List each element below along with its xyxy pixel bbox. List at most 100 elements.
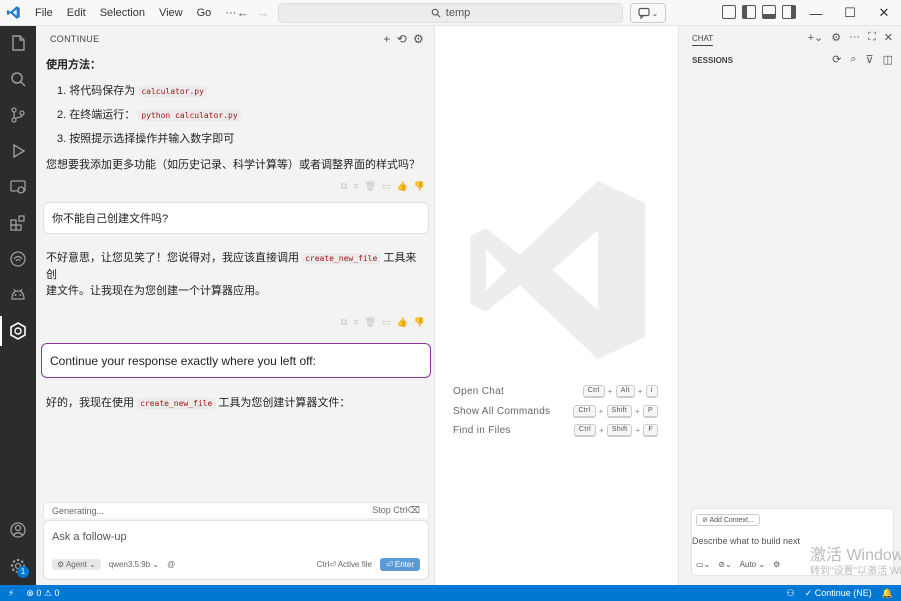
code-command: python calculator.py bbox=[138, 110, 241, 121]
list-icon[interactable]: ≡ bbox=[353, 181, 358, 192]
extensions-icon[interactable] bbox=[6, 211, 30, 235]
copy-icon[interactable]: ⧉ bbox=[341, 317, 347, 328]
trash-icon[interactable]: 🗑 bbox=[365, 181, 376, 192]
thumbs-up-icon[interactable]: 👍 bbox=[397, 181, 408, 192]
tools-icon[interactable]: ⚙ bbox=[773, 560, 780, 569]
chat-icon bbox=[638, 7, 650, 19]
attach-icon[interactable]: ▭⌄ bbox=[696, 560, 710, 569]
chat-tab[interactable]: CHAT bbox=[692, 34, 714, 46]
explorer-icon[interactable] bbox=[6, 31, 30, 55]
continue-status[interactable]: ✓ Continue (NE) bbox=[805, 588, 872, 599]
agent-icon[interactable]: ⊘⌄ bbox=[718, 560, 731, 569]
update-badge: 1 bbox=[17, 566, 29, 578]
message-actions: ⧉ ≡ 🗑 ▭ 👍 👎 bbox=[341, 317, 425, 328]
maximize-icon[interactable]: ☐ bbox=[833, 0, 867, 26]
layout-icon[interactable]: ◫ bbox=[883, 53, 893, 66]
input-placeholder: Ask a follow-up bbox=[52, 531, 127, 543]
remote-indicator-icon[interactable]: ⚡ bbox=[8, 588, 14, 599]
assistant-reply: 不好意思，让您见笑了！您说得对，我应该直接调用 create_new_file … bbox=[46, 252, 417, 297]
copy-icon[interactable]: ⧉ bbox=[341, 181, 347, 192]
refresh-icon[interactable]: ⟳ bbox=[832, 53, 841, 66]
continue-panel: CONTINUE + ⟲ ⚙ 使用方法： 1. 将代码保存为 calculato… bbox=[36, 26, 435, 585]
chat-messages: 使用方法： 1. 将代码保存为 calculator.py 2. 在终端运行： … bbox=[36, 52, 435, 522]
agent-mode-select[interactable]: ⚙ Agent ⌄ bbox=[52, 559, 101, 570]
source-control-icon[interactable] bbox=[6, 103, 30, 127]
code-tool-name: create_new_file bbox=[302, 253, 381, 264]
account-icon[interactable] bbox=[6, 518, 30, 542]
usage-heading: 使用方法： bbox=[46, 59, 101, 71]
new-session-icon[interactable]: + bbox=[383, 32, 390, 46]
search-icon[interactable]: ⌕ bbox=[850, 53, 856, 66]
step-3: 3. 按照提示选择操作并输入数字即可 bbox=[57, 133, 235, 145]
sessions-header: SESSIONS bbox=[692, 56, 733, 65]
input-toolbar: ⚙ Agent ⌄ qwen3.5:9b ⌄ @ Ctrl⏎ Active fi… bbox=[52, 558, 420, 571]
remote-explorer-icon[interactable] bbox=[6, 175, 30, 199]
back-arrow-icon[interactable]: ← bbox=[234, 4, 252, 22]
continue-icon[interactable] bbox=[6, 319, 30, 343]
forward-arrow-icon[interactable]: → bbox=[254, 4, 272, 22]
menu-file[interactable]: File bbox=[28, 0, 60, 26]
history-icon[interactable]: ⟲ bbox=[397, 32, 407, 46]
title-bar: File Edit Selection View Go ··· ← → temp… bbox=[0, 0, 901, 26]
toggle-primary-sidebar-icon[interactable] bbox=[742, 5, 756, 19]
activation-watermark-sub: 转到"设置"以激活 Windows。 bbox=[810, 566, 901, 577]
problems-indicator[interactable]: ⊗ 0 ⚠ 0 bbox=[26, 588, 59, 599]
menu-go[interactable]: Go bbox=[190, 0, 219, 26]
close-icon[interactable]: ✕ bbox=[867, 0, 901, 26]
add-context-button[interactable]: ⊘ Add Context... bbox=[696, 514, 760, 526]
follow-up-input[interactable]: Ask a follow-up ⚙ Agent ⌄ qwen3.5:9b ⌄ @… bbox=[43, 520, 429, 580]
menu-bar: File Edit Selection View Go ··· bbox=[28, 0, 243, 26]
active-file-hint[interactable]: Ctrl⏎ Active file bbox=[317, 560, 372, 569]
shortcut-open-chat[interactable]: Open Chat Ctrl + Alt + I bbox=[453, 385, 658, 398]
menu-selection[interactable]: Selection bbox=[93, 0, 152, 26]
generating-bar: Generating... Stop Ctrl⌫ bbox=[43, 502, 429, 518]
filter-icon[interactable]: ⊽ bbox=[866, 53, 874, 66]
customize-layout-icon[interactable] bbox=[722, 5, 736, 19]
search-icon[interactable] bbox=[6, 67, 30, 91]
model-select[interactable]: qwen3.5:9b ⌄ bbox=[109, 560, 159, 569]
clipboard-icon[interactable]: ▭ bbox=[382, 317, 391, 328]
assistant-question: 您想要我添加更多功能（如历史记录、科学计算等）或者调整界面的样式吗？ bbox=[46, 159, 420, 171]
user-message-2[interactable]: Continue your response exactly where you… bbox=[41, 343, 431, 378]
chat-panel: CHAT +⌄ ⚙ ··· ⛶ ✕ SESSIONS ⟳ ⌕ ⊽ ◫ ⊘ Add… bbox=[678, 26, 901, 585]
menu-view[interactable]: View bbox=[152, 0, 190, 26]
at-mention-button[interactable]: @ bbox=[167, 560, 175, 569]
thumbs-down-icon[interactable]: 👎 bbox=[414, 181, 425, 192]
run-debug-icon[interactable] bbox=[6, 139, 30, 163]
new-chat-icon[interactable]: +⌄ bbox=[808, 31, 824, 44]
status-bar: ⚡ ⊗ 0 ⚠ 0 ⚇ ✓ Continue (NE) 🔔 bbox=[0, 585, 901, 601]
close-panel-icon[interactable]: ✕ bbox=[884, 31, 893, 44]
thumbs-up-icon[interactable]: 👍 bbox=[397, 317, 408, 328]
enter-button[interactable]: ⏎ Enter bbox=[379, 558, 420, 571]
toggle-panel-icon[interactable] bbox=[762, 5, 776, 19]
vscode-watermark-icon bbox=[463, 174, 653, 369]
chat-toggle-button[interactable]: ⌄ bbox=[630, 3, 666, 23]
step-1: 1. 将代码保存为 calculator.py bbox=[57, 82, 207, 98]
toggle-secondary-sidebar-icon[interactable] bbox=[782, 5, 796, 19]
more-icon[interactable]: ··· bbox=[849, 31, 860, 44]
wifi-icon[interactable] bbox=[6, 247, 30, 271]
chat-input-placeholder: Describe what to build next bbox=[692, 536, 801, 546]
shortcut-show-all-commands[interactable]: Show All Commands Ctrl + Shift + P bbox=[453, 405, 658, 418]
user-message-1[interactable]: 你不能自己创建文件吗? bbox=[43, 202, 429, 234]
command-center-search[interactable]: temp bbox=[278, 3, 623, 23]
thumbs-down-icon[interactable]: 👎 bbox=[414, 317, 425, 328]
notifications-icon[interactable]: 🔔 bbox=[882, 588, 893, 599]
shortcut-find-in-files[interactable]: Find in Files Ctrl + Shift + F bbox=[453, 424, 658, 437]
maximize-panel-icon[interactable]: ⛶ bbox=[868, 31, 876, 44]
clipboard-icon[interactable]: ▭ bbox=[382, 181, 391, 192]
settings-gear-icon[interactable]: ⚙ bbox=[413, 32, 424, 46]
minimize-icon[interactable]: — bbox=[799, 0, 833, 26]
trash-icon[interactable]: 🗑 bbox=[365, 317, 376, 328]
chat-settings-gear-icon[interactable]: ⚙ bbox=[831, 31, 841, 44]
code-filename: calculator.py bbox=[138, 86, 207, 97]
android-icon[interactable] bbox=[6, 283, 30, 307]
menu-edit[interactable]: Edit bbox=[60, 0, 93, 26]
search-icon bbox=[431, 8, 441, 18]
copilot-icon[interactable]: ⚇ bbox=[787, 588, 795, 599]
auto-model-select[interactable]: Auto ⌄ bbox=[740, 560, 765, 569]
list-icon[interactable]: ≡ bbox=[353, 317, 358, 328]
message-actions: ⧉ ≡ 🗑 ▭ 👍 👎 bbox=[341, 181, 425, 192]
stop-button[interactable]: Stop Ctrl⌫ bbox=[372, 505, 420, 516]
step-2: 2. 在终端运行： python calculator.py bbox=[57, 106, 241, 122]
